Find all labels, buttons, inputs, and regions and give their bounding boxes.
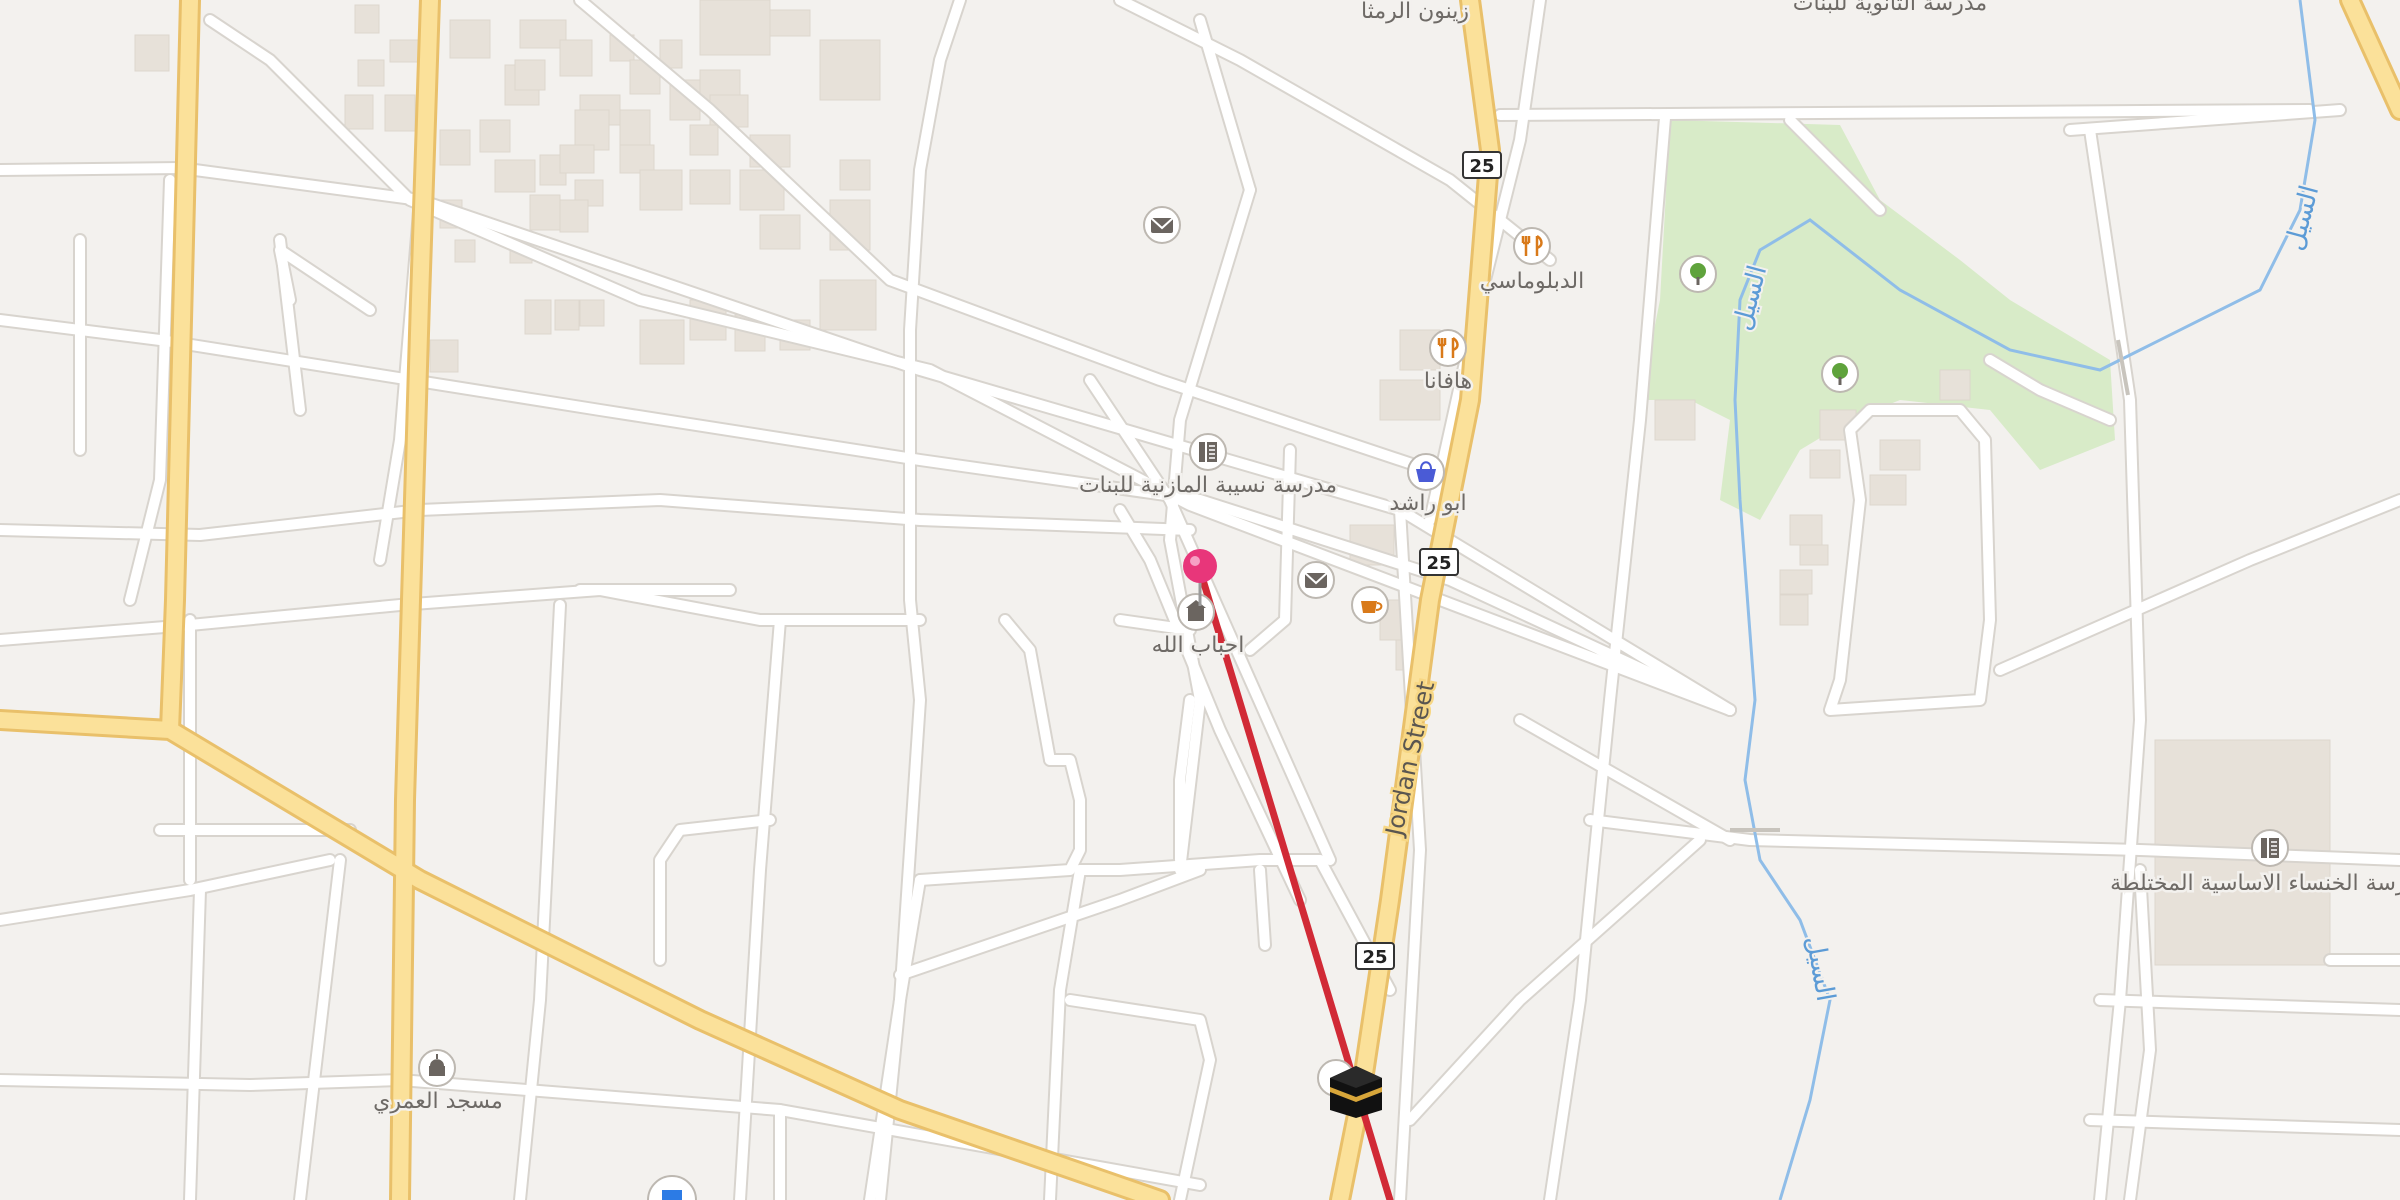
poi-label: مدرسة الخنساء الاساسية المختلطة: [2110, 871, 2400, 896]
post-office-icon[interactable]: [1143, 206, 1181, 244]
svg-text:25: 25: [1362, 947, 1387, 968]
post-office-icon[interactable]: [1297, 561, 1335, 599]
school-icon[interactable]: [1189, 433, 1227, 471]
school-icon[interactable]: [2251, 829, 2289, 867]
route-shield: 25: [1355, 942, 1395, 970]
poi-label: ابو راشد: [1389, 491, 1466, 516]
kindergarten-icon[interactable]: [1177, 593, 1215, 631]
route-shield: 25: [1462, 151, 1502, 179]
poi-label: احباب الله: [1152, 633, 1245, 658]
poi-label: مدرسة نسيبة المازنية للبنات: [1079, 473, 1337, 498]
poi-label: مدرسة الثانوية للبنات: [1793, 0, 1987, 16]
route-shield: 25: [1419, 548, 1459, 576]
restaurant-icon[interactable]: [1429, 329, 1467, 367]
tree-icon: [1821, 355, 1859, 393]
cafe-icon[interactable]: [1351, 586, 1389, 624]
svg-text:25: 25: [1469, 156, 1494, 177]
poi-label: هافانا: [1424, 369, 1472, 394]
svg-text:25: 25: [1426, 553, 1451, 574]
poi-label: مسجد العمري: [373, 1089, 503, 1114]
shopping-icon[interactable]: [1407, 453, 1445, 491]
mosque-icon[interactable]: [418, 1049, 456, 1087]
tree-icon: [1679, 255, 1717, 293]
map-canvas[interactable]: السيل السيل السيل Jordan Street 25 25 25…: [0, 0, 2400, 1200]
restaurant-icon[interactable]: [1513, 227, 1551, 265]
poi-label: زينون الرمثا: [1361, 0, 1469, 24]
poi-label: الدبلوماسي: [1480, 269, 1584, 294]
